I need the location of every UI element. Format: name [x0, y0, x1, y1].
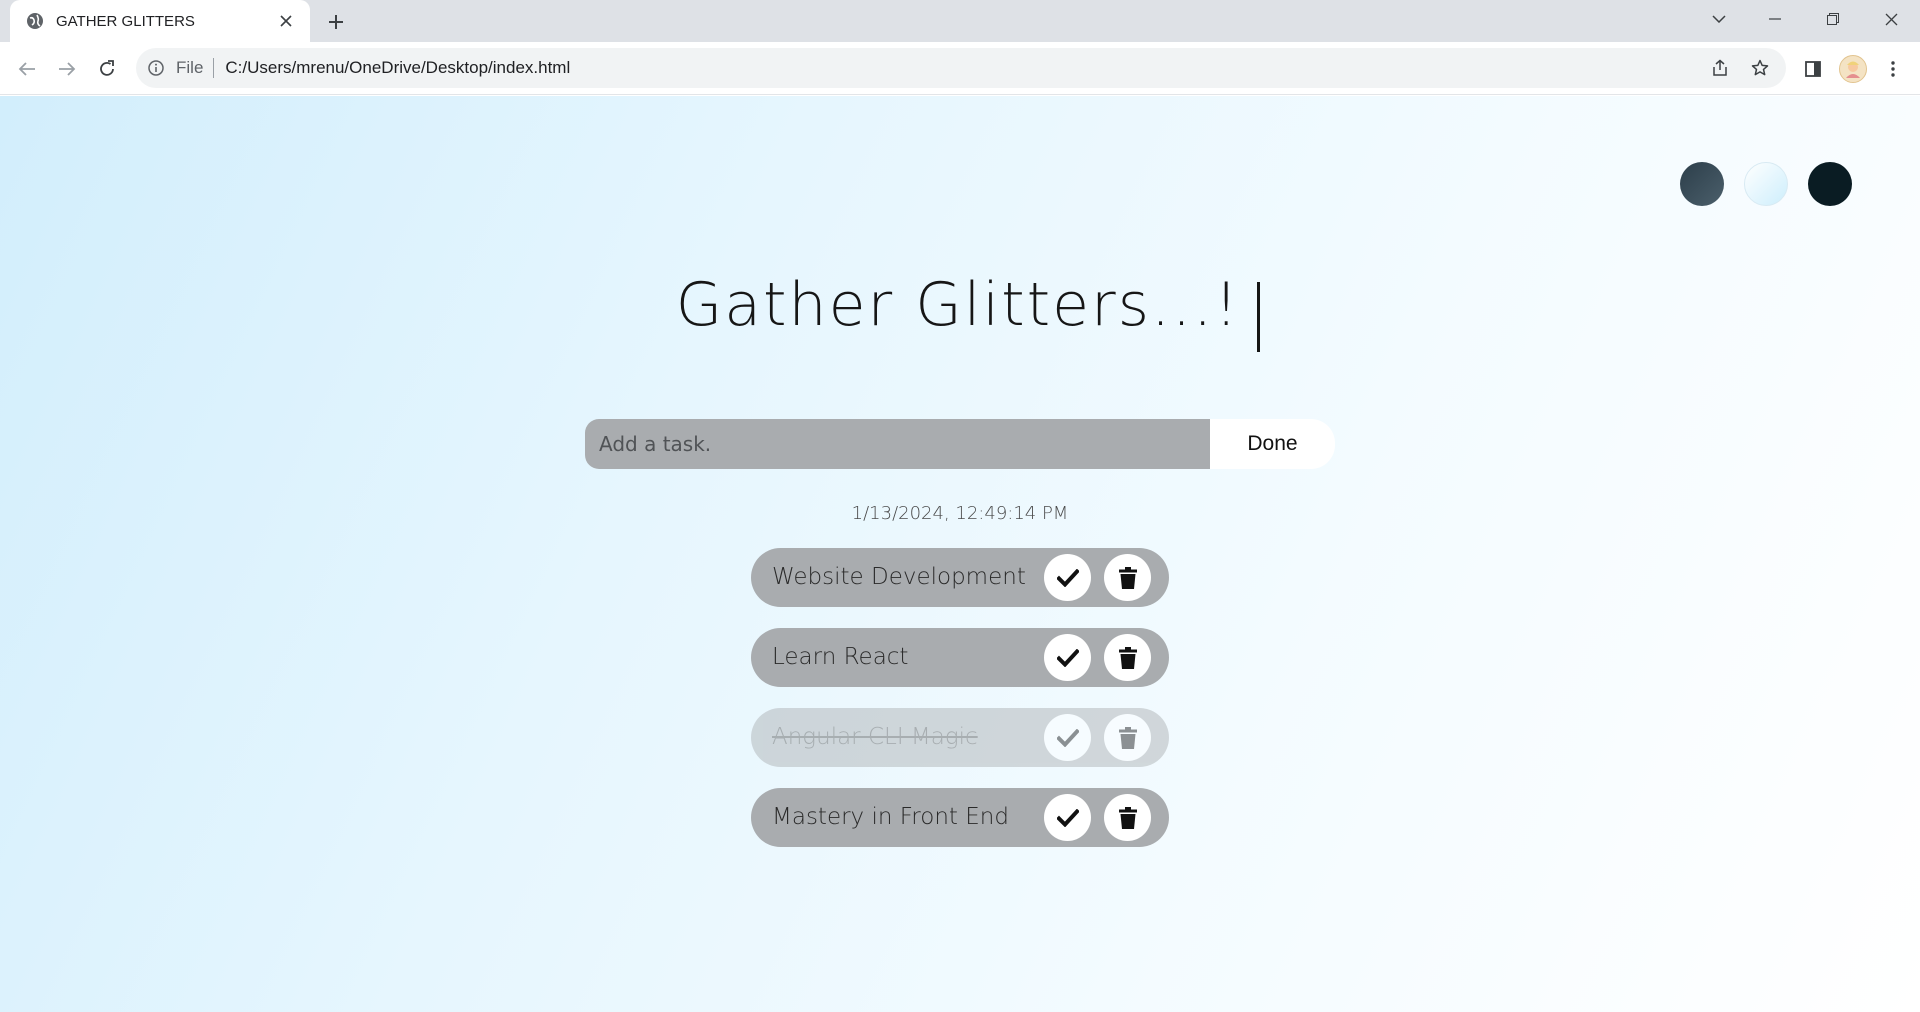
address-scheme-label: File — [176, 58, 204, 77]
check-icon[interactable] — [1044, 794, 1091, 841]
heading-container: Gather Glitters...! — [0, 270, 1920, 340]
check-icon[interactable] — [1044, 714, 1091, 761]
task-item-completed: Angular CLI Magic — [751, 708, 1169, 767]
tab-strip: GATHER GLITTERS — [0, 0, 1920, 42]
plus-icon[interactable] — [322, 8, 350, 36]
address-url[interactable]: C:/Users/mrenu/OneDrive/Desktop/index.ht… — [225, 58, 570, 78]
tab-title: GATHER GLITTERS — [56, 12, 195, 30]
task-text: Mastery in Front End — [772, 804, 1009, 830]
kebab-menu-icon[interactable] — [1879, 55, 1907, 83]
theme-dot-dark[interactable] — [1808, 162, 1852, 206]
done-button[interactable]: Done — [1210, 419, 1335, 469]
current-datetime: 1/13/2024, 12:49:14 PM — [851, 503, 1069, 524]
window-close-icon[interactable] — [1862, 0, 1920, 38]
typing-caret — [1257, 282, 1260, 352]
task-list: Website Development Learn React Angular … — [751, 548, 1169, 868]
share-icon[interactable] — [1706, 54, 1734, 82]
theme-dot-light[interactable] — [1744, 162, 1788, 206]
task-item: Website Development — [751, 548, 1169, 607]
task-form: Done — [585, 419, 1335, 469]
task-input[interactable] — [585, 419, 1210, 469]
side-panel-icon[interactable] — [1799, 55, 1827, 83]
info-icon[interactable] — [148, 60, 164, 76]
task-text: Learn React — [772, 644, 909, 670]
address-bar[interactable]: File C:/Users/mrenu/OneDrive/Desktop/ind… — [136, 48, 1786, 88]
task-text: Website Development — [772, 564, 1026, 590]
reload-icon[interactable] — [93, 55, 121, 83]
star-icon[interactable] — [1746, 54, 1774, 82]
globe-icon — [26, 12, 44, 30]
tab-search-chevron-icon[interactable] — [1690, 0, 1748, 38]
trash-icon[interactable] — [1104, 634, 1151, 681]
minimize-icon[interactable] — [1746, 0, 1804, 38]
page-viewport: Gather Glitters...! Done 1/13/2024, 12:4… — [0, 96, 1920, 1012]
trash-icon[interactable] — [1104, 714, 1151, 761]
browser-toolbar: File C:/Users/mrenu/OneDrive/Desktop/ind… — [0, 42, 1920, 95]
trash-icon[interactable] — [1104, 554, 1151, 601]
arrow-left-icon[interactable] — [13, 55, 41, 83]
profile-avatar[interactable] — [1839, 55, 1867, 83]
theme-dot-standard[interactable] — [1680, 162, 1724, 206]
browser-tab-active[interactable]: GATHER GLITTERS — [10, 0, 310, 42]
page-title: Gather Glitters...! — [675, 270, 1241, 340]
task-item: Learn React — [751, 628, 1169, 687]
close-icon[interactable] — [276, 11, 296, 31]
task-item: Mastery in Front End — [751, 788, 1169, 847]
arrow-right-icon[interactable] — [53, 55, 81, 83]
address-divider — [213, 58, 215, 78]
check-icon[interactable] — [1044, 634, 1091, 681]
restore-icon[interactable] — [1804, 0, 1862, 38]
check-icon[interactable] — [1044, 554, 1091, 601]
trash-icon[interactable] — [1104, 794, 1151, 841]
task-text: Angular CLI Magic — [772, 724, 978, 750]
